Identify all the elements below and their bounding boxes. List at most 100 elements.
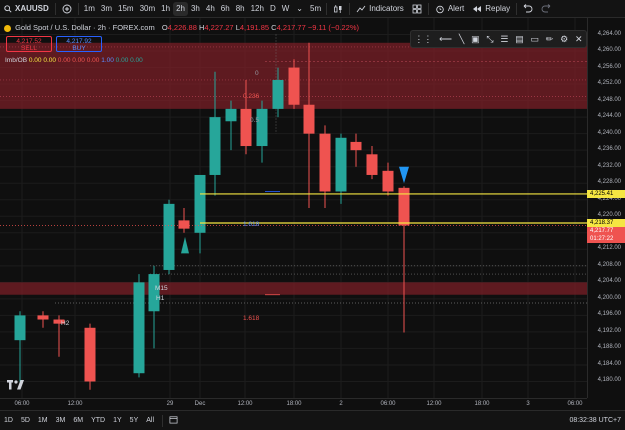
trend-line-tool-icon[interactable]: ╲ [459, 34, 464, 45]
tradingview-logo[interactable] [7, 380, 25, 392]
timeframe-1m[interactable]: 1m [81, 0, 98, 18]
legend-row: Gold Spot / U.S. Dollar · 2h · FOREX.com… [4, 23, 359, 32]
candle-body [37, 315, 49, 320]
m15-label: M15 [155, 285, 168, 292]
last-price: 4,217.77 [590, 227, 614, 234]
range-5d[interactable]: 5D [17, 417, 34, 424]
time-label: 12:00 [426, 401, 442, 407]
range-list: 1D 5D 1M 3M 6M YTD 1Y 5Y All [0, 417, 158, 424]
compare-button[interactable] [58, 0, 76, 18]
legend-title: Gold Spot / U.S. Dollar · 2h · FOREX.com [15, 23, 155, 32]
range-1m[interactable]: 1M [34, 417, 52, 424]
legend-h-value: 4,227.27 [204, 23, 234, 32]
imb-ob-indicator[interactable]: Imb/OB 0.00 0.00 0.00 0.00 0.00 1.00 0.0… [5, 57, 143, 64]
price-label: 4,200.00 [597, 294, 621, 301]
text-tool-icon[interactable]: ▭ [531, 34, 540, 45]
redo-button[interactable] [537, 0, 555, 18]
legend-o-value: 4,226.88 [167, 23, 197, 32]
indicators-icon [356, 4, 366, 14]
path-tool-icon[interactable]: ⤡ [486, 34, 493, 45]
time-axis[interactable]: 06:00 12:00 29 Dec 12:00 18:00 2 06:00 12:00 18:0… [0, 398, 587, 410]
price-label: 4,240.00 [597, 129, 621, 136]
price-label: 4,256.00 [597, 63, 621, 70]
range-3m[interactable]: 3M [52, 417, 70, 424]
undo-icon [523, 3, 533, 14]
chart-pane[interactable]: Gold Spot / U.S. Dollar · 2h · FOREX.com… [0, 18, 587, 398]
imb-val-1: 0.00 [43, 57, 56, 64]
range-5y[interactable]: 5Y [126, 417, 143, 424]
candle-body [84, 327, 96, 382]
candle-body [194, 174, 206, 233]
candle-body [288, 67, 300, 105]
rectangle-tool-icon[interactable]: ▣ [471, 34, 480, 45]
timeframe-3h[interactable]: 3h [188, 0, 203, 18]
horizontal-line-tool-icon[interactable]: ⟵ [439, 34, 452, 45]
settings-tool-icon[interactable]: ⚙ [560, 34, 568, 45]
candles-icon [333, 4, 343, 14]
price-axis[interactable]: 4,264.00 4,260.00 4,256.00 4,252.00 4,248.00… [587, 18, 625, 398]
timeframe-3m[interactable]: 3m [98, 0, 115, 18]
price-tag-yellow: 4,225.41 [587, 189, 625, 198]
timeframe-15m[interactable]: 15m [115, 0, 137, 18]
candle-body [350, 141, 362, 151]
sell-button[interactable]: 4,217.52 SELL [6, 36, 52, 52]
price-label: 4,196.00 [597, 311, 621, 318]
timeframe-5m[interactable]: 5m [307, 0, 324, 18]
close-drawbar-icon[interactable]: ✕ [575, 34, 583, 45]
undo-button[interactable] [519, 0, 537, 18]
indicators-button[interactable]: Indicators [352, 0, 408, 18]
time-label: 12:00 [237, 401, 253, 407]
symbol-search[interactable]: XAUUSD [0, 0, 53, 18]
replay-button[interactable]: Replay [468, 0, 514, 18]
range-all[interactable]: All [142, 417, 158, 424]
position-tool-icon[interactable]: ▤ [515, 34, 524, 45]
timeframe-1h[interactable]: 1h [158, 0, 173, 18]
price-label: 4,248.00 [597, 96, 621, 103]
alert-label: Alert [447, 4, 465, 13]
timeframe-6h[interactable]: 6h [218, 0, 233, 18]
timeframe-4h[interactable]: 4h [203, 0, 218, 18]
timeframe-30m[interactable]: 30m [137, 0, 159, 18]
imb-val-2: 0.00 [57, 57, 71, 64]
fib-level-1618-b: 1.618 [243, 315, 260, 322]
timeframe-8h[interactable]: 8h [233, 0, 248, 18]
ruler-tool-icon[interactable]: ✏ [546, 34, 554, 45]
fib-tool-icon[interactable]: ☰ [500, 34, 508, 45]
candle-body [366, 154, 378, 175]
calendar-icon[interactable] [165, 415, 182, 426]
imb-val-0: 0.00 [28, 57, 42, 64]
range-1d[interactable]: 1D [0, 417, 17, 424]
buy-button[interactable]: 4,217.92 BUY [56, 36, 102, 52]
time-label: 3 [526, 401, 530, 407]
range-1y[interactable]: 1Y [109, 417, 126, 424]
grid-icon [412, 4, 422, 14]
candle-body [178, 220, 190, 229]
timeframe-2h[interactable]: 2h [173, 1, 188, 16]
replay-icon [472, 4, 482, 14]
layouts-button[interactable] [408, 0, 426, 18]
fib-level-05: 0.5 [250, 117, 260, 124]
candle-body [133, 282, 145, 374]
chart-type-button[interactable] [329, 0, 347, 18]
top-toolbar: XAUUSD 1m 3m 15m 30m 1h 2h 3h 4h 6h 8h 12h D W ⌄ 5m In… [0, 0, 625, 18]
price-label: 4,204.00 [597, 278, 621, 285]
clock-display[interactable]: 08:32:38 UTC+7 [565, 417, 625, 424]
timeframe-W[interactable]: W [279, 0, 293, 18]
timeframe-dropdown-icon[interactable]: ⌄ [292, 0, 307, 18]
candle-body [225, 108, 237, 122]
candle-body [148, 274, 160, 312]
drag-handle-icon[interactable]: ⋮⋮ [414, 34, 432, 45]
chart-canvas[interactable] [0, 18, 587, 398]
bottom-bar: 1D 5D 1M 3M 6M YTD 1Y 5Y All 08:32:38 UTC+7 [0, 410, 625, 430]
time-label: Dec [194, 401, 206, 407]
timeframe-D[interactable]: D [267, 0, 279, 18]
price-label: 4,184.00 [597, 360, 621, 367]
time-label: 29 [166, 401, 174, 407]
fib-level-0236: 0.236 [243, 93, 260, 100]
candle-body [14, 315, 26, 341]
timeframe-12h[interactable]: 12h [248, 0, 267, 18]
price-label: 4,244.00 [597, 113, 621, 120]
alert-button[interactable]: Alert [431, 0, 468, 18]
range-ytd[interactable]: YTD [87, 417, 109, 424]
range-6m[interactable]: 6M [69, 417, 87, 424]
